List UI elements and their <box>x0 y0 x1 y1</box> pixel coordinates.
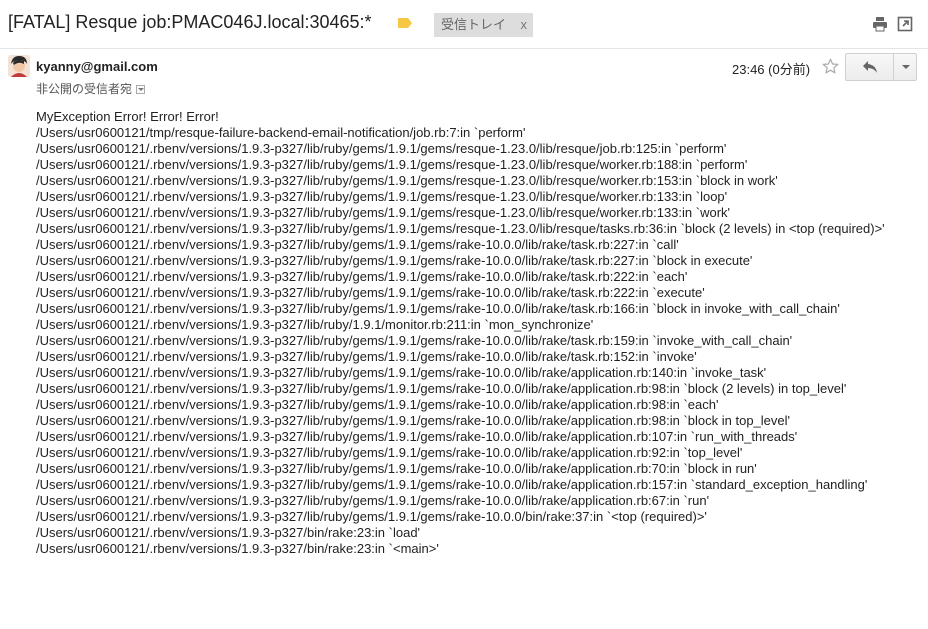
label-tag-icon[interactable] <box>398 18 412 28</box>
body-line: /Users/usr0600121/.rbenv/versions/1.9.3-… <box>36 157 748 172</box>
recipient-line[interactable]: 非公開の受信者宛 <box>36 80 146 97</box>
body-line: /Users/usr0600121/.rbenv/versions/1.9.3-… <box>36 237 679 252</box>
sender-email[interactable]: kyanny@gmail.com <box>36 59 158 74</box>
print-icon[interactable] <box>872 16 888 32</box>
message-timestamp: 23:46 (0分前) <box>732 62 811 77</box>
body-line: /Users/usr0600121/.rbenv/versions/1.9.3-… <box>36 413 791 428</box>
sender-avatar[interactable] <box>8 55 30 77</box>
open-in-new-window-icon[interactable] <box>897 16 913 32</box>
body-line: /Users/usr0600121/.rbenv/versions/1.9.3-… <box>36 221 885 236</box>
body-line: /Users/usr0600121/.rbenv/versions/1.9.3-… <box>36 493 710 508</box>
remove-label-button[interactable]: x <box>521 13 528 37</box>
reply-button[interactable] <box>846 54 894 80</box>
reply-arrow-icon <box>863 61 877 73</box>
body-line: /Users/usr0600121/.rbenv/versions/1.9.3-… <box>36 317 594 332</box>
body-line: /Users/usr0600121/.rbenv/versions/1.9.3-… <box>36 253 753 268</box>
body-line: /Users/usr0600121/.rbenv/versions/1.9.3-… <box>36 445 743 460</box>
body-line: /Users/usr0600121/.rbenv/versions/1.9.3-… <box>36 189 728 204</box>
body-line: /Users/usr0600121/.rbenv/versions/1.9.3-… <box>36 461 757 476</box>
body-line: /Users/usr0600121/.rbenv/versions/1.9.3-… <box>36 381 847 396</box>
subject-bar: [FATAL] Resque job:PMAC046J.local:30465:… <box>0 0 928 49</box>
inbox-label-chip[interactable]: 受信トレイ x <box>434 13 533 37</box>
star-outline-icon[interactable] <box>822 58 839 75</box>
body-line: /Users/usr0600121/.rbenv/versions/1.9.3-… <box>36 525 421 540</box>
body-line: /Users/usr0600121/.rbenv/versions/1.9.3-… <box>36 269 688 284</box>
body-line: /Users/usr0600121/.rbenv/versions/1.9.3-… <box>36 477 868 492</box>
body-line: /Users/usr0600121/.rbenv/versions/1.9.3-… <box>36 205 731 220</box>
body-line: /Users/usr0600121/tmp/resque-failure-bac… <box>36 125 526 140</box>
more-actions-dropdown[interactable] <box>894 54 916 80</box>
body-line: /Users/usr0600121/.rbenv/versions/1.9.3-… <box>36 429 798 444</box>
body-line: /Users/usr0600121/.rbenv/versions/1.9.3-… <box>36 365 767 380</box>
inbox-label-text: 受信トレイ <box>441 17 507 32</box>
body-line: MyException Error! Error! Error! <box>36 109 219 124</box>
email-subject: [FATAL] Resque job:PMAC046J.local:30465:… <box>8 12 372 32</box>
body-line: /Users/usr0600121/.rbenv/versions/1.9.3-… <box>36 301 840 316</box>
message-body: MyException Error! Error! Error!/Users/u… <box>36 109 898 557</box>
avatar-image <box>8 55 30 77</box>
show-details-dropdown[interactable] <box>136 85 146 94</box>
body-line: /Users/usr0600121/.rbenv/versions/1.9.3-… <box>36 349 697 364</box>
body-line: /Users/usr0600121/.rbenv/versions/1.9.3-… <box>36 285 705 300</box>
body-line: /Users/usr0600121/.rbenv/versions/1.9.3-… <box>36 397 719 412</box>
reply-button-group <box>845 53 917 81</box>
body-line: /Users/usr0600121/.rbenv/versions/1.9.3-… <box>36 141 727 156</box>
body-line: /Users/usr0600121/.rbenv/versions/1.9.3-… <box>36 333 793 348</box>
body-line: /Users/usr0600121/.rbenv/versions/1.9.3-… <box>36 173 778 188</box>
body-line: /Users/usr0600121/.rbenv/versions/1.9.3-… <box>36 541 439 556</box>
recipient-text: 非公開の受信者宛 <box>36 82 133 96</box>
body-line: /Users/usr0600121/.rbenv/versions/1.9.3-… <box>36 509 707 524</box>
